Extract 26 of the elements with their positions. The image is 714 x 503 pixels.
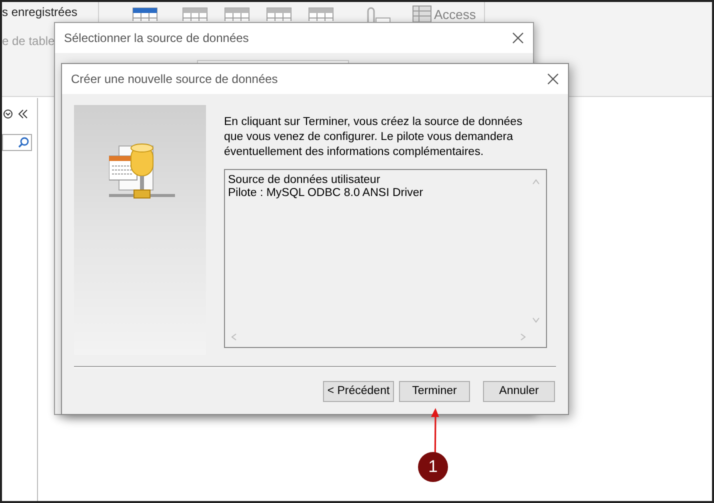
- window-title: Créer une nouvelle source de données: [71, 71, 278, 88]
- window-title: Sélectionner la source de données: [64, 30, 249, 47]
- close-icon[interactable]: [512, 32, 524, 44]
- step-badge: 1: [418, 452, 448, 482]
- table-icon[interactable]: [266, 7, 292, 21]
- table-icon[interactable]: [308, 7, 334, 21]
- table-icon[interactable]: [224, 7, 250, 21]
- access-label[interactable]: Access: [434, 6, 476, 22]
- dialog-button[interactable]: Terminer: [399, 381, 470, 402]
- saved-label: s enregistrées: [2, 5, 78, 19]
- table-icon[interactable]: [132, 7, 158, 21]
- dialog-button[interactable]: < Précédent: [323, 381, 394, 402]
- table-label: e de table: [2, 33, 55, 50]
- scroll-left-icon[interactable]: [231, 333, 237, 341]
- search-field[interactable]: [2, 134, 32, 151]
- scroll-down-icon[interactable]: [532, 317, 540, 323]
- instruction-text: En cliquant sur Terminer, vous créez la source de données que vous venez de configurer. Le pilote vous demandera éventuellement des informations complémentaires.: [224, 115, 524, 160]
- table-icon[interactable]: [412, 5, 432, 23]
- scroll-right-icon[interactable]: [520, 333, 526, 341]
- close-icon[interactable]: [547, 73, 559, 85]
- scroll-up-icon[interactable]: [532, 179, 540, 185]
- dialog-button[interactable]: Annuler: [483, 381, 555, 402]
- summary-text: Source de données utilisateur Pilote : MySQL ODBC 8.0 ANSI Driver: [228, 174, 424, 200]
- collapse-icon[interactable]: [18, 109, 28, 119]
- search-icon[interactable]: [18, 137, 29, 148]
- table-icon[interactable]: [182, 7, 208, 21]
